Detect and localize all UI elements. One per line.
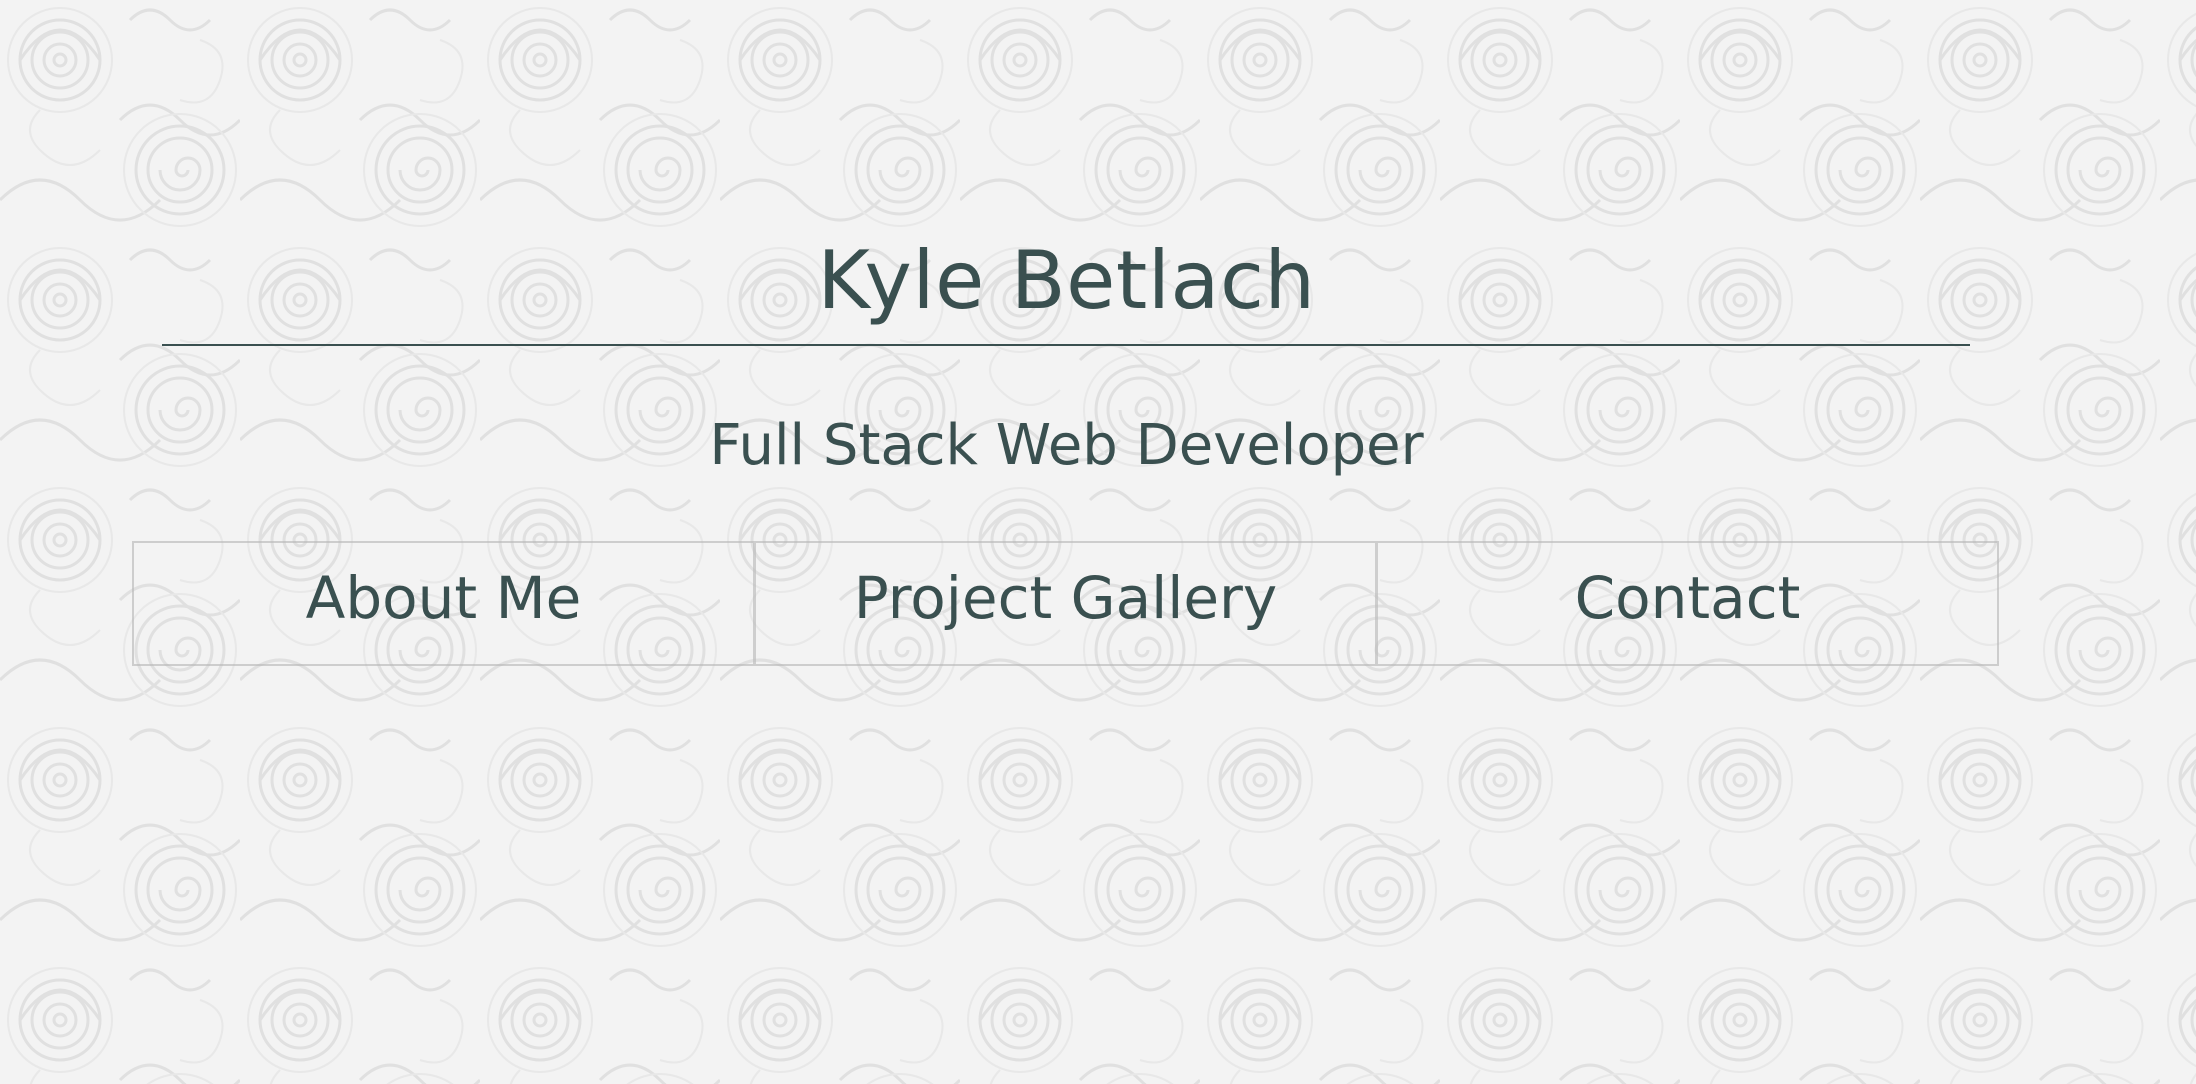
nav-contact-label: Contact bbox=[1574, 563, 1801, 632]
title-divider bbox=[162, 344, 1970, 346]
nav-about-me[interactable]: About Me bbox=[134, 543, 753, 664]
main-nav: About Me Project Gallery Contact bbox=[132, 541, 1999, 666]
nav-about-me-label: About Me bbox=[305, 563, 582, 632]
nav-project-gallery[interactable]: Project Gallery bbox=[753, 543, 1375, 664]
site-title: Kyle Betlach bbox=[817, 234, 1316, 327]
page-content: Kyle Betlach Full Stack Web Developer Ab… bbox=[0, 0, 2196, 1084]
nav-project-gallery-label: Project Gallery bbox=[853, 563, 1278, 632]
site-subtitle: Full Stack Web Developer bbox=[709, 413, 1424, 478]
nav-contact[interactable]: Contact bbox=[1375, 543, 1997, 664]
